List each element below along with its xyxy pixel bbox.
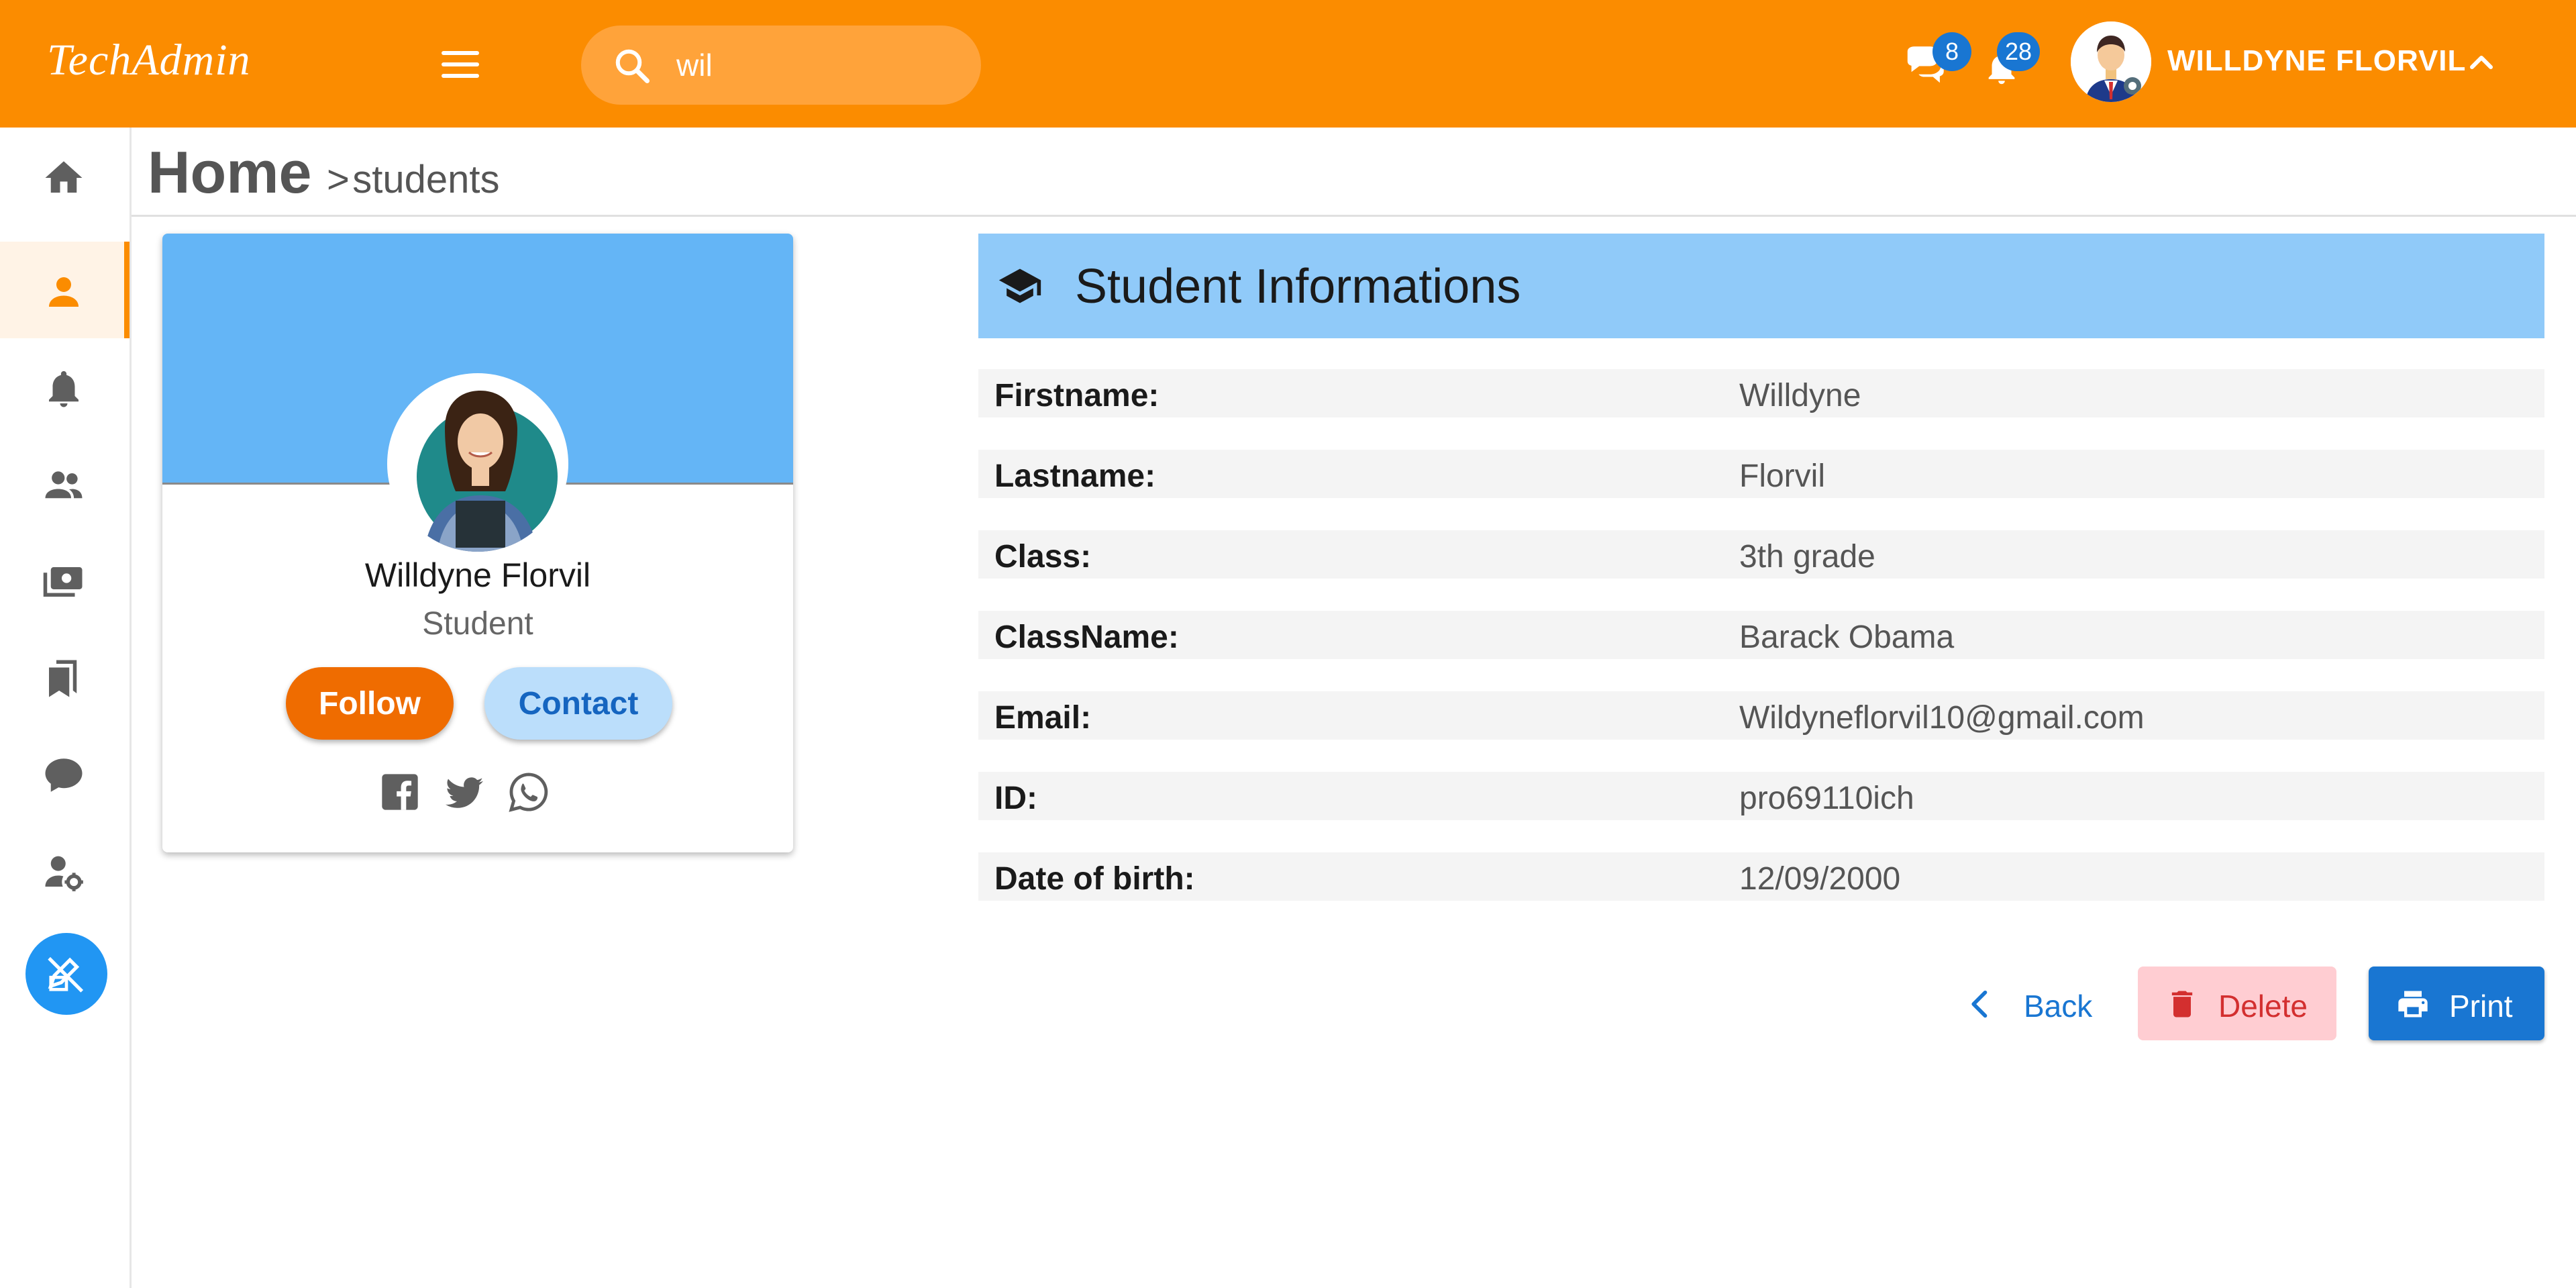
contact-button[interactable]: Contact bbox=[484, 667, 672, 740]
search-bar bbox=[581, 26, 981, 105]
breadcrumb-divider bbox=[132, 215, 2576, 217]
info-row-date-of-birth: Date of birth: 12/09/2000 bbox=[978, 852, 2544, 901]
menu-icon-line bbox=[442, 74, 479, 78]
info-label: Firstname: bbox=[994, 378, 1160, 413]
breadcrumb-home-link[interactable]: Home bbox=[148, 139, 312, 205]
bookmarks-icon bbox=[49, 660, 77, 697]
people-icon bbox=[45, 471, 83, 499]
info-label: Date of birth: bbox=[994, 861, 1195, 897]
profile-photo bbox=[387, 373, 568, 554]
facebook-icon[interactable] bbox=[378, 771, 421, 813]
trash-icon bbox=[2171, 991, 2193, 1018]
back-button-label: Back bbox=[2024, 989, 2093, 1024]
user-settings-icon bbox=[45, 856, 83, 891]
sidebar bbox=[0, 128, 132, 1288]
bell-icon bbox=[49, 370, 79, 407]
profile-role: Student bbox=[422, 606, 533, 642]
notifications-count-badge: 28 bbox=[1997, 32, 2041, 71]
chat-icon bbox=[45, 758, 83, 792]
sidebar-item-notifications[interactable] bbox=[0, 338, 130, 435]
sidebar-item-people[interactable] bbox=[0, 435, 130, 532]
info-row-lastname: Lastname: Florvil bbox=[978, 450, 2544, 498]
delete-button[interactable]: Delete bbox=[2138, 967, 2336, 1040]
search-icon bbox=[615, 49, 650, 83]
twitter-icon[interactable] bbox=[443, 771, 486, 813]
info-label: ID: bbox=[994, 781, 1037, 816]
sidebar-item-edit-off[interactable] bbox=[25, 933, 107, 1015]
search-input[interactable] bbox=[676, 43, 958, 87]
info-value: 12/09/2000 bbox=[1739, 861, 1901, 897]
home-icon bbox=[45, 161, 83, 193]
back-button[interactable]: Back bbox=[1953, 967, 2102, 1040]
profile-name: Willdyne Florvil bbox=[364, 556, 591, 594]
student-info-title: Student Informations bbox=[1075, 260, 1521, 313]
messages-button[interactable]: 8 bbox=[1902, 32, 1971, 89]
payments-icon bbox=[43, 567, 83, 597]
info-value: Barack Obama bbox=[1739, 620, 1955, 655]
info-value: Florvil bbox=[1739, 458, 1825, 494]
top-app-bar: TechAdmin 8 28 bbox=[0, 0, 2576, 128]
info-label: Email: bbox=[994, 700, 1092, 736]
user-name[interactable]: WILLDYNE FLORVIL bbox=[2167, 44, 2466, 78]
info-label: Lastname: bbox=[994, 458, 1156, 494]
menu-toggle-button[interactable] bbox=[436, 47, 484, 82]
sidebar-item-bookmarks[interactable] bbox=[0, 628, 130, 725]
info-row-classname: ClassName: Barack Obama bbox=[978, 611, 2544, 659]
brand-logo[interactable]: TechAdmin bbox=[47, 35, 251, 86]
info-value: Wildyneflorvil10@gmail.com bbox=[1739, 700, 2145, 736]
print-button-label: Print bbox=[2449, 989, 2513, 1024]
breadcrumb: Home > students bbox=[148, 138, 500, 207]
user-avatar[interactable] bbox=[2071, 21, 2151, 102]
info-row-firstname: Firstname: Willdyne bbox=[978, 369, 2544, 417]
info-value: pro69110ich bbox=[1739, 781, 1914, 816]
sidebar-item-payments[interactable] bbox=[0, 532, 130, 628]
breadcrumb-current: students bbox=[352, 158, 500, 201]
info-label: Class: bbox=[994, 539, 1092, 575]
sidebar-item-home[interactable] bbox=[0, 128, 130, 224]
profile-card: Willdyne Florvil Student Follow Contact bbox=[162, 234, 793, 852]
sidebar-item-students[interactable] bbox=[0, 242, 130, 338]
menu-icon-line bbox=[442, 62, 479, 66]
follow-button[interactable]: Follow bbox=[286, 667, 454, 740]
chevron-left-icon bbox=[1971, 990, 1988, 1018]
notifications-button[interactable]: 28 bbox=[1982, 32, 2041, 89]
info-value: 3th grade bbox=[1739, 539, 1875, 575]
sidebar-item-user-settings[interactable] bbox=[0, 822, 130, 918]
breadcrumb-separator: > bbox=[326, 158, 350, 201]
edit-off-icon bbox=[48, 956, 84, 993]
sidebar-item-chat[interactable] bbox=[0, 725, 130, 822]
info-row-email: Email: Wildyneflorvil10@gmail.com bbox=[978, 691, 2544, 740]
info-row-class: Class: 3th grade bbox=[978, 530, 2544, 579]
info-value: Willdyne bbox=[1739, 378, 1861, 413]
messages-count-badge: 8 bbox=[1933, 32, 1971, 71]
whatsapp-icon[interactable] bbox=[507, 771, 550, 813]
graduation-cap-icon bbox=[998, 268, 1041, 303]
person-icon bbox=[49, 277, 79, 307]
chevron-up-icon[interactable] bbox=[2463, 46, 2500, 78]
info-label: ClassName: bbox=[994, 620, 1179, 655]
delete-button-label: Delete bbox=[2218, 989, 2308, 1024]
info-row-id: ID: pro69110ich bbox=[978, 772, 2544, 820]
print-button[interactable]: Print bbox=[2369, 967, 2544, 1040]
profile-photo-illustration bbox=[390, 376, 566, 552]
print-icon bbox=[2398, 991, 2428, 1018]
student-info-header: Student Informations bbox=[978, 234, 2544, 338]
menu-icon-line bbox=[442, 51, 479, 55]
user-avatar-illustration bbox=[2071, 21, 2151, 102]
